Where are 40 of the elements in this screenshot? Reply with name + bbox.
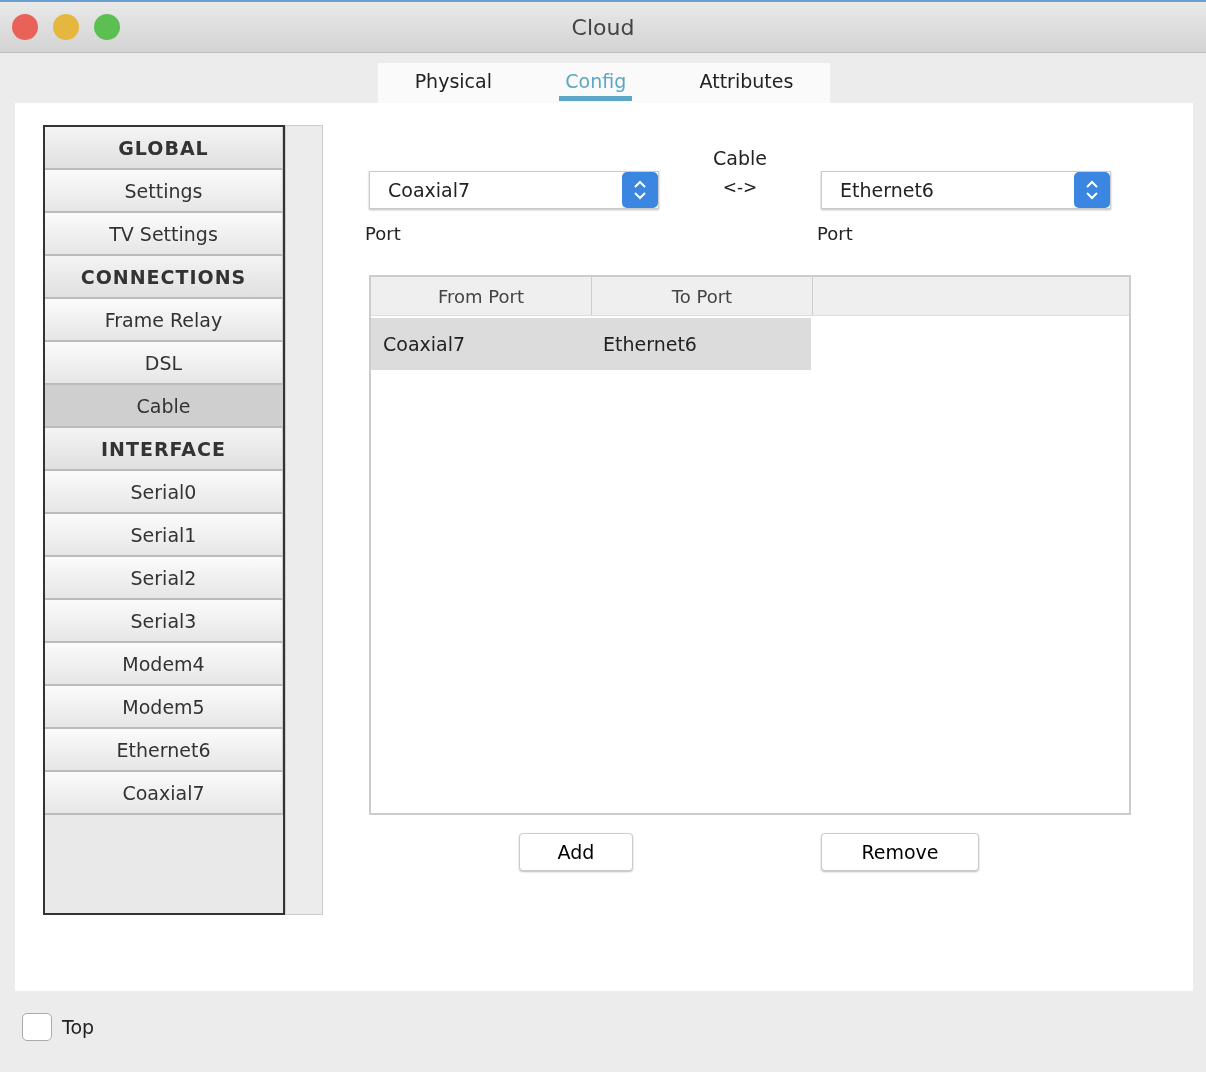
from-port-select[interactable]: Coaxial7 xyxy=(369,171,659,209)
section-header: GLOBAL xyxy=(45,127,283,170)
checkbox-label: Top xyxy=(62,1016,95,1038)
zoom-icon[interactable] xyxy=(94,14,120,40)
checkbox[interactable] xyxy=(22,1013,52,1041)
table-cell-text: Ethernet6 xyxy=(602,333,698,355)
window-title: Cloud xyxy=(570,14,636,40)
sidebar-item[interactable]: Serial2 xyxy=(45,557,283,600)
sidebar-item[interactable]: Cable xyxy=(45,385,283,428)
sidebar-item[interactable]: Serial1 xyxy=(45,514,283,557)
sidebar-item[interactable]: Modem4 xyxy=(45,643,283,686)
table-cell-text: Coaxial7 xyxy=(382,333,467,355)
sidebar-item[interactable]: Modem5 xyxy=(45,686,283,729)
sidebar-item[interactable]: TV Settings xyxy=(45,213,283,256)
close-icon[interactable] xyxy=(12,14,38,40)
port-label: Port xyxy=(365,223,402,244)
table-row[interactable]: Coaxial7 Ethernet6 xyxy=(371,318,811,370)
stepper-icon xyxy=(622,172,658,208)
tab[interactable]: Attributes xyxy=(693,65,800,101)
sidebar-item[interactable]: DSL xyxy=(45,342,283,385)
action-button[interactable]: Remove xyxy=(821,833,979,871)
sidebar-item[interactable]: Settings xyxy=(45,170,283,213)
action-button[interactable]: Add xyxy=(519,833,633,871)
stepper-icon xyxy=(1074,172,1110,208)
link-arrow: <-> xyxy=(722,177,758,197)
to-port-select[interactable]: Ethernet6 xyxy=(821,171,1111,209)
sidebar-item[interactable]: Frame Relay xyxy=(45,299,283,342)
cable-label: Cable xyxy=(713,147,767,169)
sidebar-item[interactable]: Serial3 xyxy=(45,600,283,643)
port-label: Port xyxy=(817,223,854,244)
sidebar-item[interactable]: Coaxial7 xyxy=(45,772,283,815)
sidebar-item[interactable]: Serial0 xyxy=(45,471,283,514)
scroll-bar[interactable] xyxy=(285,125,323,915)
sidebar-item[interactable]: Ethernet6 xyxy=(45,729,283,772)
minimize-icon[interactable] xyxy=(53,14,79,40)
section-header: INTERFACE xyxy=(45,428,283,471)
column-header[interactable]: To Port xyxy=(592,277,813,315)
column-header[interactable]: From Port xyxy=(371,277,592,315)
tab[interactable]: Physical xyxy=(408,65,498,101)
section-header: CONNECTIONS xyxy=(45,256,283,299)
